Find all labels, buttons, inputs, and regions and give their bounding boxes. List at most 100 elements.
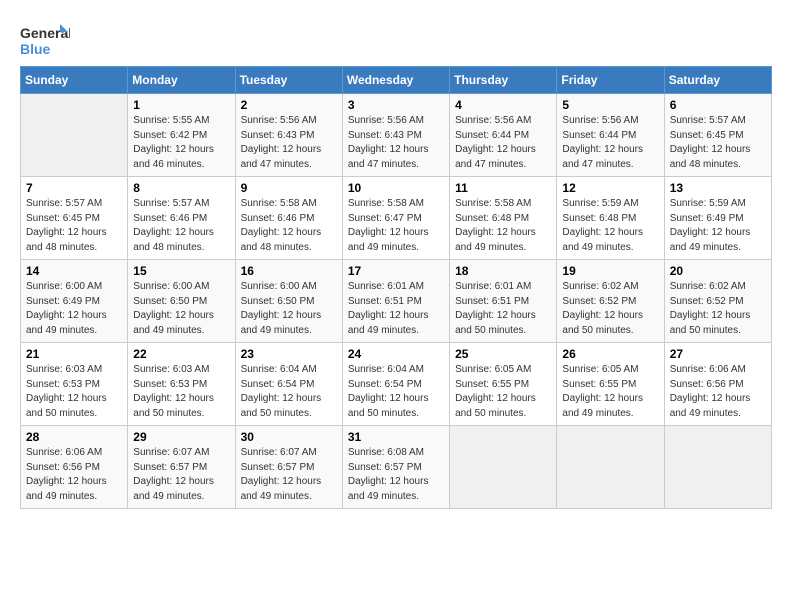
day-details: Sunrise: 5:56 AM Sunset: 6:43 PM Dayligh… bbox=[348, 114, 444, 172]
day-cell: 2 Sunrise: 5:56 AM Sunset: 6:43 PM Daylig… bbox=[235, 94, 342, 177]
day-cell bbox=[21, 94, 128, 177]
day-number: 31 bbox=[348, 430, 444, 444]
col-header-sunday: Sunday bbox=[21, 67, 128, 94]
day-details: Sunrise: 6:01 AM Sunset: 6:51 PM Dayligh… bbox=[455, 280, 551, 338]
day-cell: 9Sunrise: 5:58 AM Sunset: 6:46 PM Daylig… bbox=[235, 177, 342, 260]
day-number: 14 bbox=[26, 264, 122, 278]
day-cell: 27 Sunrise: 6:06 AM Sunset: 6:56 PM Dayli… bbox=[664, 343, 771, 426]
day-details: Sunrise: 5:58 AM Sunset: 6:48 PM Dayligh… bbox=[455, 197, 551, 255]
day-number: 22 bbox=[133, 347, 229, 361]
day-number: 21 bbox=[26, 347, 122, 361]
day-number: 18 bbox=[455, 264, 551, 278]
day-number: 11 bbox=[455, 181, 551, 195]
day-cell: 6 Sunrise: 5:57 AM Sunset: 6:45 PM Daylig… bbox=[664, 94, 771, 177]
col-header-friday: Friday bbox=[557, 67, 664, 94]
day-number: 29 bbox=[133, 430, 229, 444]
day-details: Sunrise: 6:00 AM Sunset: 6:50 PM Dayligh… bbox=[241, 280, 337, 338]
day-details: Sunrise: 5:57 AM Sunset: 6:45 PM Dayligh… bbox=[670, 114, 766, 172]
day-details: Sunrise: 5:57 AM Sunset: 6:46 PM Dayligh… bbox=[133, 197, 229, 255]
day-number: 19 bbox=[562, 264, 658, 278]
day-cell: 14 Sunrise: 6:00 AM Sunset: 6:49 PM Dayli… bbox=[21, 260, 128, 343]
logo: General Blue bbox=[20, 20, 70, 60]
day-cell: 19Sunrise: 6:02 AM Sunset: 6:52 PM Dayli… bbox=[557, 260, 664, 343]
day-details: Sunrise: 5:59 AM Sunset: 6:48 PM Dayligh… bbox=[562, 197, 658, 255]
day-cell: 30 Sunrise: 6:07 AM Sunset: 6:57 PM Dayli… bbox=[235, 426, 342, 509]
week-row-1: 1 Sunrise: 5:55 AM Sunset: 6:42 PM Daylig… bbox=[21, 94, 772, 177]
day-cell: 10Sunrise: 5:58 AM Sunset: 6:47 PM Dayli… bbox=[342, 177, 449, 260]
day-cell bbox=[557, 426, 664, 509]
logo-svg: General Blue bbox=[20, 20, 70, 60]
day-cell: 21Sunrise: 6:03 AM Sunset: 6:53 PM Dayli… bbox=[21, 343, 128, 426]
week-row-5: 28 Sunrise: 6:06 AM Sunset: 6:56 PM Dayli… bbox=[21, 426, 772, 509]
day-cell: 23 Sunrise: 6:04 AM Sunset: 6:54 PM Dayli… bbox=[235, 343, 342, 426]
day-number: 12 bbox=[562, 181, 658, 195]
day-cell: 11 Sunrise: 5:58 AM Sunset: 6:48 PM Dayli… bbox=[450, 177, 557, 260]
day-number: 10 bbox=[348, 181, 444, 195]
day-cell: 28 Sunrise: 6:06 AM Sunset: 6:56 PM Dayli… bbox=[21, 426, 128, 509]
day-details: Sunrise: 6:00 AM Sunset: 6:49 PM Dayligh… bbox=[26, 280, 122, 338]
day-cell: 24Sunrise: 6:04 AM Sunset: 6:54 PM Dayli… bbox=[342, 343, 449, 426]
day-details: Sunrise: 6:01 AM Sunset: 6:51 PM Dayligh… bbox=[348, 280, 444, 338]
day-cell: 17 Sunrise: 6:01 AM Sunset: 6:51 PM Dayli… bbox=[342, 260, 449, 343]
day-cell: 15 Sunrise: 6:00 AM Sunset: 6:50 PM Dayli… bbox=[128, 260, 235, 343]
day-cell: 25 Sunrise: 6:05 AM Sunset: 6:55 PM Dayli… bbox=[450, 343, 557, 426]
day-number: 3 bbox=[348, 98, 444, 112]
day-number: 13 bbox=[670, 181, 766, 195]
day-details: Sunrise: 5:56 AM Sunset: 6:43 PM Dayligh… bbox=[241, 114, 337, 172]
day-details: Sunrise: 6:06 AM Sunset: 6:56 PM Dayligh… bbox=[670, 363, 766, 421]
col-header-tuesday: Tuesday bbox=[235, 67, 342, 94]
week-row-4: 21 Sunrise: 6:03 AM Sunset: 6:53 PM Dayli… bbox=[21, 343, 772, 426]
svg-text:Blue: Blue bbox=[20, 41, 51, 57]
day-details: Sunrise: 5:57 AM Sunset: 6:45 PM Dayligh… bbox=[26, 197, 122, 255]
day-details: Sunrise: 6:07 AM Sunset: 6:57 PM Dayligh… bbox=[241, 446, 337, 504]
day-details: Sunrise: 6:00 AM Sunset: 6:50 PM Dayligh… bbox=[133, 280, 229, 338]
day-cell: 4 Sunrise: 5:56 AM Sunset: 6:44 PM Daylig… bbox=[450, 94, 557, 177]
day-number: 16 bbox=[241, 264, 337, 278]
day-number: 26 bbox=[562, 347, 658, 361]
page-header: General Blue bbox=[20, 20, 772, 60]
col-header-monday: Monday bbox=[128, 67, 235, 94]
day-details: Sunrise: 6:08 AM Sunset: 6:57 PM Dayligh… bbox=[348, 446, 444, 504]
day-details: Sunrise: 6:06 AM Sunset: 6:56 PM Dayligh… bbox=[26, 446, 122, 504]
day-details: Sunrise: 5:55 AM Sunset: 6:42 PM Dayligh… bbox=[133, 114, 229, 172]
day-details: Sunrise: 5:58 AM Sunset: 6:46 PM Dayligh… bbox=[241, 197, 337, 255]
header-row: SundayMondayTuesdayWednesdayThursdayFrid… bbox=[21, 67, 772, 94]
day-number: 15 bbox=[133, 264, 229, 278]
day-number: 6 bbox=[670, 98, 766, 112]
day-number: 25 bbox=[455, 347, 551, 361]
day-cell: 7 Sunrise: 5:57 AM Sunset: 6:45 PM Daylig… bbox=[21, 177, 128, 260]
day-number: 1 bbox=[133, 98, 229, 112]
day-number: 20 bbox=[670, 264, 766, 278]
day-details: Sunrise: 6:07 AM Sunset: 6:57 PM Dayligh… bbox=[133, 446, 229, 504]
day-number: 2 bbox=[241, 98, 337, 112]
day-number: 27 bbox=[670, 347, 766, 361]
day-details: Sunrise: 5:56 AM Sunset: 6:44 PM Dayligh… bbox=[455, 114, 551, 172]
day-details: Sunrise: 6:05 AM Sunset: 6:55 PM Dayligh… bbox=[562, 363, 658, 421]
day-number: 30 bbox=[241, 430, 337, 444]
day-cell: 3 Sunrise: 5:56 AM Sunset: 6:43 PM Daylig… bbox=[342, 94, 449, 177]
day-cell bbox=[664, 426, 771, 509]
day-details: Sunrise: 6:05 AM Sunset: 6:55 PM Dayligh… bbox=[455, 363, 551, 421]
day-number: 23 bbox=[241, 347, 337, 361]
day-number: 5 bbox=[562, 98, 658, 112]
day-cell: 12 Sunrise: 5:59 AM Sunset: 6:48 PM Dayli… bbox=[557, 177, 664, 260]
day-number: 28 bbox=[26, 430, 122, 444]
day-number: 4 bbox=[455, 98, 551, 112]
day-cell: 22 Sunrise: 6:03 AM Sunset: 6:53 PM Dayli… bbox=[128, 343, 235, 426]
day-cell: 26 Sunrise: 6:05 AM Sunset: 6:55 PM Dayli… bbox=[557, 343, 664, 426]
day-number: 17 bbox=[348, 264, 444, 278]
day-cell: 8Sunrise: 5:57 AM Sunset: 6:46 PM Daylig… bbox=[128, 177, 235, 260]
col-header-saturday: Saturday bbox=[664, 67, 771, 94]
col-header-thursday: Thursday bbox=[450, 67, 557, 94]
day-details: Sunrise: 6:04 AM Sunset: 6:54 PM Dayligh… bbox=[241, 363, 337, 421]
day-details: Sunrise: 5:59 AM Sunset: 6:49 PM Dayligh… bbox=[670, 197, 766, 255]
day-cell: 18 Sunrise: 6:01 AM Sunset: 6:51 PM Dayli… bbox=[450, 260, 557, 343]
day-number: 7 bbox=[26, 181, 122, 195]
calendar-table: SundayMondayTuesdayWednesdayThursdayFrid… bbox=[20, 66, 772, 509]
day-details: Sunrise: 5:56 AM Sunset: 6:44 PM Dayligh… bbox=[562, 114, 658, 172]
day-details: Sunrise: 6:03 AM Sunset: 6:53 PM Dayligh… bbox=[133, 363, 229, 421]
day-number: 24 bbox=[348, 347, 444, 361]
day-cell: 13 Sunrise: 5:59 AM Sunset: 6:49 PM Dayli… bbox=[664, 177, 771, 260]
day-cell bbox=[450, 426, 557, 509]
week-row-2: 7 Sunrise: 5:57 AM Sunset: 6:45 PM Daylig… bbox=[21, 177, 772, 260]
